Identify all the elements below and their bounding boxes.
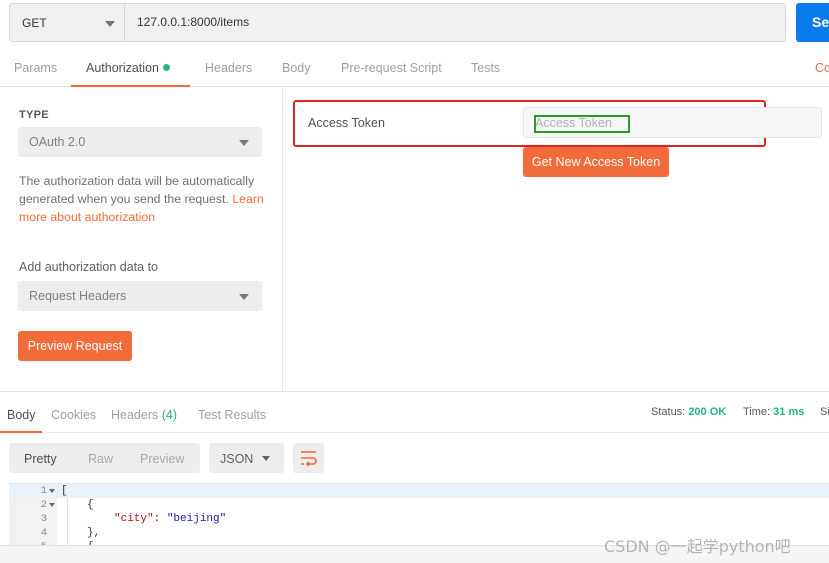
code-text: [ bbox=[61, 485, 68, 497]
time-value: 31 ms bbox=[773, 406, 805, 418]
code-text: }, bbox=[87, 527, 101, 539]
view-pretty-button[interactable]: Pretty bbox=[24, 452, 57, 466]
response-tab-headers-label: Headers bbox=[111, 408, 159, 422]
tab-authorization-label: Authorization bbox=[86, 61, 159, 75]
headers-count: (4) bbox=[161, 408, 178, 422]
url-input[interactable]: 127.0.0.1:8000/items bbox=[125, 3, 786, 42]
code-line: 1 [ bbox=[9, 484, 829, 498]
auth-settings-panel: TYPE OAuth 2.0 The authorization data wi… bbox=[0, 88, 283, 391]
send-button[interactable]: Se bbox=[796, 3, 829, 42]
code-line: 2 { bbox=[9, 498, 829, 512]
view-raw-button[interactable]: Raw bbox=[88, 452, 113, 466]
watermark: CSDN @一起学python吧 bbox=[604, 537, 791, 556]
json-separator: : bbox=[153, 513, 167, 525]
get-new-access-token-button[interactable]: Get New Access Token bbox=[523, 147, 669, 177]
preview-request-button[interactable]: Preview Request bbox=[18, 331, 132, 361]
format-value: JSON bbox=[220, 452, 254, 466]
response-time: Time: 31 ms bbox=[743, 406, 804, 418]
chevron-down-icon bbox=[105, 21, 115, 27]
view-mode-toolbar: Pretty Raw Preview bbox=[9, 443, 200, 473]
auth-description-text: The authorization data will be automatic… bbox=[19, 174, 255, 206]
tab-tests[interactable]: Tests bbox=[471, 61, 500, 75]
chevron-down-icon bbox=[239, 140, 249, 146]
response-tabs: Body Cookies Headers (4) Test Results St… bbox=[0, 392, 829, 433]
fold-arrow-icon[interactable] bbox=[49, 489, 55, 493]
tab-body[interactable]: Body bbox=[282, 61, 311, 75]
status-label: Status: bbox=[651, 406, 686, 418]
add-to-select[interactable]: Request Headers bbox=[18, 281, 262, 311]
active-response-tab-indicator bbox=[0, 431, 42, 433]
request-bar: GET 127.0.0.1:8000/items Se bbox=[0, 0, 829, 52]
type-label: TYPE bbox=[19, 109, 49, 121]
response-status: Status: 200 OK bbox=[651, 406, 726, 418]
tab-params[interactable]: Params bbox=[14, 61, 57, 75]
tab-authorization[interactable]: Authorization bbox=[86, 61, 170, 75]
wrap-lines-button[interactable] bbox=[293, 443, 324, 473]
json-key: "city" bbox=[114, 513, 154, 525]
response-tab-cookies[interactable]: Cookies bbox=[51, 408, 96, 422]
response-tab-test-results[interactable]: Test Results bbox=[198, 408, 266, 422]
format-select[interactable]: JSON bbox=[209, 443, 284, 473]
response-tab-body[interactable]: Body bbox=[7, 408, 36, 422]
access-token-input[interactable] bbox=[523, 107, 822, 138]
tab-pre-request-script[interactable]: Pre-request Script bbox=[341, 61, 442, 75]
active-tab-indicator bbox=[71, 85, 190, 87]
line-number: 4 bbox=[40, 527, 47, 539]
json-value: "beijing" bbox=[166, 513, 227, 525]
auth-type-select[interactable]: OAuth 2.0 bbox=[18, 127, 262, 157]
method-select[interactable]: GET bbox=[9, 3, 125, 42]
line-number: 1 bbox=[40, 485, 47, 497]
cookies-link[interactable]: Co bbox=[815, 61, 829, 75]
response-size-label: Si bbox=[820, 406, 829, 418]
code-line: 3 "city": "beijing" bbox=[9, 512, 829, 526]
auth-description: The authorization data will be automatic… bbox=[19, 172, 269, 226]
indent-guide bbox=[67, 498, 68, 545]
request-tabs: Params Authorization Headers Body Pre-re… bbox=[0, 52, 829, 87]
status-value: 200 OK bbox=[688, 406, 727, 418]
active-dot-icon bbox=[162, 64, 170, 71]
add-to-value: Request Headers bbox=[29, 289, 127, 303]
line-number: 2 bbox=[40, 499, 47, 511]
chevron-down-icon bbox=[262, 456, 270, 461]
add-to-label: Add authorization data to bbox=[19, 260, 158, 274]
chevron-down-icon bbox=[239, 294, 249, 300]
wrap-lines-icon bbox=[301, 451, 317, 467]
method-label: GET bbox=[22, 16, 47, 30]
code-text: "city": "beijing" bbox=[114, 512, 226, 526]
code-text: { bbox=[87, 499, 94, 511]
view-preview-button[interactable]: Preview bbox=[140, 452, 184, 466]
response-tab-headers[interactable]: Headers (4) bbox=[111, 408, 177, 422]
access-token-label: Access Token bbox=[308, 116, 385, 130]
line-number: 3 bbox=[40, 513, 47, 525]
time-label: Time: bbox=[743, 406, 771, 418]
tab-headers[interactable]: Headers bbox=[205, 61, 252, 75]
fold-arrow-icon[interactable] bbox=[49, 503, 55, 507]
auth-type-value: OAuth 2.0 bbox=[29, 135, 86, 149]
